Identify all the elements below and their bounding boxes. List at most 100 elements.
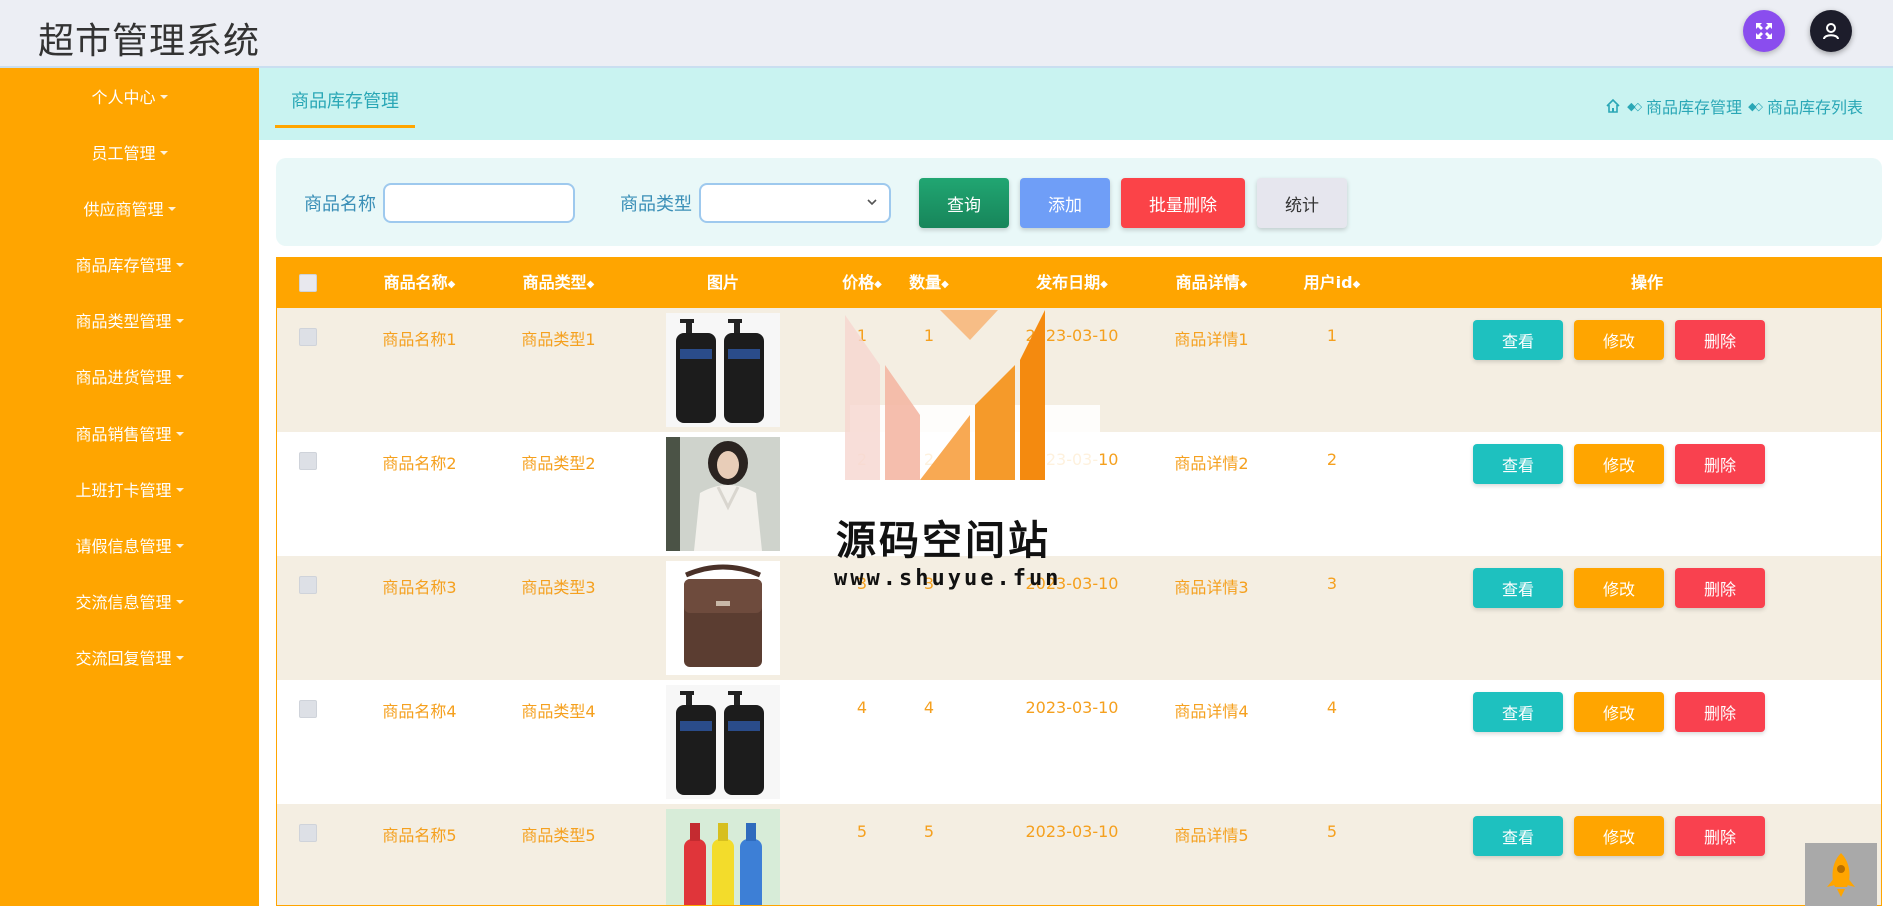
header-name[interactable]: 商品名称◆ xyxy=(367,258,472,308)
product-name-input[interactable] xyxy=(383,183,575,223)
breadcrumb-item: 商品库存列表 xyxy=(1766,98,1863,117)
view-button[interactable]: 查看 xyxy=(1473,320,1563,360)
view-button[interactable]: 查看 xyxy=(1473,816,1563,856)
batch-delete-button[interactable]: 批量删除 xyxy=(1121,178,1245,228)
header-detail[interactable]: 商品详情◆ xyxy=(1154,258,1269,308)
cell-name: 商品名称5 xyxy=(382,826,457,845)
sort-icon: ◆ xyxy=(941,279,949,290)
header-label: 价格 xyxy=(842,273,875,292)
cell-user-id: 5 xyxy=(1326,822,1338,841)
sidebar-item-label: 交流回复管理 xyxy=(75,649,172,668)
delete-button[interactable]: 删除 xyxy=(1675,320,1765,360)
cell-user-id: 1 xyxy=(1326,326,1338,345)
edit-button[interactable]: 修改 xyxy=(1574,692,1664,732)
row-checkbox[interactable] xyxy=(299,576,317,594)
cell-user-id: 2 xyxy=(1326,450,1338,469)
header-label: 商品类型 xyxy=(522,273,587,292)
cell-detail: 商品详情1 xyxy=(1174,330,1249,349)
sidebar-item-inventory[interactable]: 商品库存管理 xyxy=(0,236,259,292)
back-to-top-button[interactable] xyxy=(1805,843,1877,906)
header-price[interactable]: 价格◆ xyxy=(832,258,892,308)
header-label: 商品详情 xyxy=(1175,273,1240,292)
home-icon[interactable] xyxy=(1605,98,1621,114)
product-type-label: 商品类型 xyxy=(620,194,692,215)
header-label: 数量 xyxy=(909,273,942,292)
view-button[interactable]: 查看 xyxy=(1473,568,1563,608)
sidebar-item-profile[interactable]: 个人中心 xyxy=(0,68,259,124)
sidebar-item-label: 员工管理 xyxy=(91,144,156,163)
header-label: 商品名称 xyxy=(383,273,448,292)
cell-detail: 商品详情5 xyxy=(1174,826,1249,845)
sort-icon: ◆ xyxy=(586,279,595,290)
tab-bar: 商品库存管理 ◆◇ 商品库存管理 ◆◇ 商品库存列表 xyxy=(259,68,1893,140)
caret-down-icon xyxy=(175,656,184,660)
caret-down-icon xyxy=(175,319,184,323)
select-all-checkbox[interactable] xyxy=(299,274,317,292)
cell-user-id: 4 xyxy=(1326,698,1338,717)
view-button[interactable]: 查看 xyxy=(1473,444,1563,484)
fullscreen-button[interactable] xyxy=(1743,10,1785,52)
edit-button[interactable]: 修改 xyxy=(1574,444,1664,484)
inventory-table: 商品名称◆ 商品类型◆ 图片 价格◆ 数量◆ 发布日期◆ 商品详情◆ 用户id◆… xyxy=(276,257,1882,906)
caret-down-icon xyxy=(175,600,184,604)
breadcrumb-separator-icon: ◆◇ xyxy=(1627,99,1642,113)
cell-date: 2023-03-10 xyxy=(1025,326,1119,345)
cell-user-id: 3 xyxy=(1326,574,1338,593)
sidebar-item-messages[interactable]: 交流信息管理 xyxy=(0,573,259,629)
sidebar-item-label: 交流信息管理 xyxy=(75,593,172,612)
statistics-button[interactable]: 统计 xyxy=(1257,178,1347,228)
cell-quantity: 2 xyxy=(923,450,935,469)
delete-button[interactable]: 删除 xyxy=(1675,444,1765,484)
table-row: 商品名称1 商品类型1 1 1 2023-03-10 商品详情1 1 查看 修改… xyxy=(277,308,1881,432)
fullscreen-icon xyxy=(1756,23,1772,39)
header-image: 图片 xyxy=(706,273,739,292)
tab-inventory[interactable]: 商品库存管理 xyxy=(275,90,415,128)
cell-name: 商品名称2 xyxy=(382,454,457,473)
sidebar-item-label: 商品库存管理 xyxy=(75,256,172,275)
row-checkbox[interactable] xyxy=(299,824,317,842)
delete-button[interactable]: 删除 xyxy=(1675,692,1765,732)
sidebar-item-staff[interactable]: 员工管理 xyxy=(0,124,259,180)
sidebar-item-supplier[interactable]: 供应商管理 xyxy=(0,180,259,236)
view-button[interactable]: 查看 xyxy=(1473,692,1563,732)
query-button[interactable]: 查询 xyxy=(919,178,1009,228)
sidebar-item-replies[interactable]: 交流回复管理 xyxy=(0,629,259,685)
row-checkbox[interactable] xyxy=(299,328,317,346)
sidebar-item-label: 上班打卡管理 xyxy=(75,481,172,500)
cell-type: 商品类型5 xyxy=(521,826,596,845)
user-menu-button[interactable] xyxy=(1810,10,1852,52)
edit-button[interactable]: 修改 xyxy=(1574,320,1664,360)
product-name-label: 商品名称 xyxy=(304,194,376,215)
sidebar-item-leave[interactable]: 请假信息管理 xyxy=(0,517,259,573)
header-type[interactable]: 商品类型◆ xyxy=(506,258,611,308)
delete-button[interactable]: 删除 xyxy=(1675,816,1765,856)
edit-button[interactable]: 修改 xyxy=(1574,568,1664,608)
edit-button[interactable]: 修改 xyxy=(1574,816,1664,856)
sidebar: 个人中心 员工管理 供应商管理 商品库存管理 商品类型管理 商品进货管理 商品销… xyxy=(0,68,259,906)
header-quantity[interactable]: 数量◆ xyxy=(899,258,959,308)
breadcrumb: ◆◇ 商品库存管理 ◆◇ 商品库存列表 xyxy=(1605,94,1863,118)
row-checkbox[interactable] xyxy=(299,700,317,718)
sidebar-item-attendance[interactable]: 上班打卡管理 xyxy=(0,461,259,517)
breadcrumb-item[interactable]: 商品库存管理 xyxy=(1646,94,1742,118)
add-button[interactable]: 添加 xyxy=(1020,178,1110,228)
cell-price: 2 xyxy=(856,450,868,469)
caret-down-icon xyxy=(175,544,184,548)
cell-name: 商品名称1 xyxy=(382,330,457,349)
sort-icon: ◆ xyxy=(1352,279,1361,290)
row-checkbox[interactable] xyxy=(299,452,317,470)
cell-detail: 商品详情3 xyxy=(1174,578,1249,597)
header-user-id[interactable]: 用户id◆ xyxy=(1277,258,1387,308)
breadcrumb-separator-icon: ◆◇ xyxy=(1748,99,1763,113)
watermark-url: www.shuyue.fun xyxy=(834,566,1062,591)
cell-price: 5 xyxy=(856,822,868,841)
top-header: 超市管理系统 xyxy=(0,0,1893,68)
header-date[interactable]: 发布日期◆ xyxy=(1002,258,1142,308)
sort-icon: ◆ xyxy=(447,279,456,290)
sidebar-item-label: 个人中心 xyxy=(91,88,156,107)
sidebar-item-product-type[interactable]: 商品类型管理 xyxy=(0,292,259,348)
delete-button[interactable]: 删除 xyxy=(1675,568,1765,608)
sidebar-item-sales[interactable]: 商品销售管理 xyxy=(0,405,259,461)
sidebar-item-purchase[interactable]: 商品进货管理 xyxy=(0,348,259,404)
product-type-select[interactable] xyxy=(699,183,891,223)
